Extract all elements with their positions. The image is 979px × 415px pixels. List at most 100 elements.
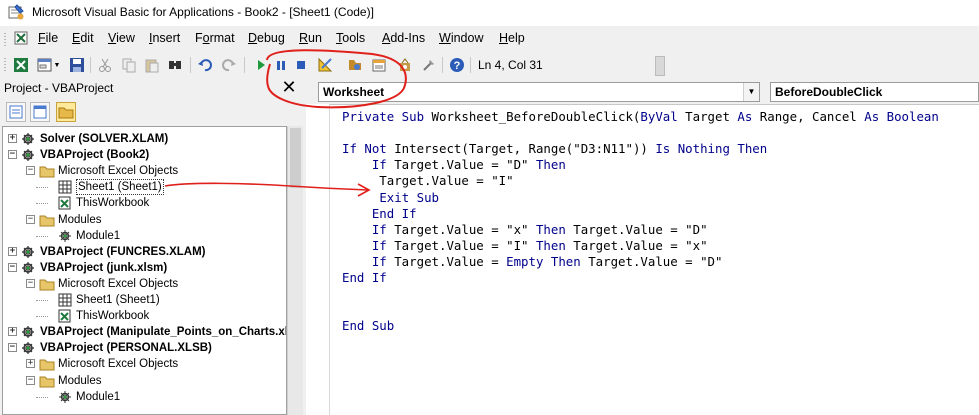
code-margin-indicator-bar[interactable] xyxy=(306,104,330,415)
project-tree[interactable]: + Solver (SOLVER.XLAM) − VBAProject (Book2)… xyxy=(2,126,287,415)
code-line[interactable]: End If xyxy=(342,206,417,222)
project-pane-header: Project - VBAProject ✕ xyxy=(0,78,302,98)
menu-item-tools[interactable]: Tools xyxy=(336,31,365,45)
menu-item-debug[interactable]: Debug xyxy=(248,31,285,45)
insert-dropdown-icon[interactable]: ▼ xyxy=(53,56,61,74)
tree-item-sheet[interactable]: Sheet1 (Sheet1) xyxy=(3,292,286,308)
collapse-icon[interactable]: − xyxy=(26,278,35,288)
project-explorer-icon[interactable] xyxy=(346,56,364,74)
redo-icon[interactable] xyxy=(220,56,238,74)
tree-item-workbook[interactable]: ThisWorkbook xyxy=(3,195,286,211)
code-line[interactable]: If Not Intersect(Target, Range("D3:N11")… xyxy=(342,141,767,157)
excel-doc-icon[interactable] xyxy=(14,31,28,45)
collapse-icon[interactable]: − xyxy=(26,166,35,176)
menu-item-edit[interactable]: Edit xyxy=(72,31,94,45)
vba-app-icon xyxy=(8,4,24,20)
scrollbar-thumb[interactable] xyxy=(290,128,301,188)
find-icon[interactable] xyxy=(166,56,184,74)
code-line[interactable]: End Sub xyxy=(342,318,394,334)
menu-item-view[interactable]: View xyxy=(108,31,135,45)
code-line[interactable]: If Target.Value = "D" Then xyxy=(342,157,566,173)
svg-text:?: ? xyxy=(454,60,461,72)
menu-item-run[interactable]: Run xyxy=(299,31,322,45)
code-line[interactable]: If Target.Value = Empty Then Target.Valu… xyxy=(342,254,723,270)
collapse-icon[interactable]: − xyxy=(26,214,35,224)
tree-item-module[interactable]: Module1 xyxy=(3,228,286,244)
tree-item-label: VBAProject (Manipulate_Points_on_Charts.… xyxy=(40,326,287,339)
tree-item-project[interactable]: − VBAProject (junk.xlsm) xyxy=(3,260,286,276)
tree-item-label: Sheet1 (Sheet1) xyxy=(76,294,160,306)
collapse-icon[interactable]: − xyxy=(26,375,35,385)
tree-item-folder[interactable]: + Microsoft Excel Objects xyxy=(3,356,286,372)
tree-item-folder[interactable]: − Microsoft Excel Objects xyxy=(3,163,286,179)
tree-item-project[interactable]: − VBAProject (PERSONAL.XLSB) xyxy=(3,340,286,356)
tree-item-project[interactable]: + VBAProject (Manipulate_Points_on_Charts… xyxy=(3,324,287,340)
tree-item-project[interactable]: + VBAProject (FUNCRES.XLAM) xyxy=(3,244,286,260)
project-icon xyxy=(21,245,37,259)
tree-item-label: Solver (SOLVER.XLAM) xyxy=(40,133,169,145)
menu-item-file[interactable]: File xyxy=(38,31,58,45)
insert-userform-icon[interactable] xyxy=(36,56,54,74)
menu-item-window[interactable]: Window xyxy=(439,31,483,45)
expand-icon[interactable]: + xyxy=(8,134,17,143)
sheet-icon xyxy=(57,293,73,307)
run-icon[interactable] xyxy=(252,56,270,74)
code-line[interactable]: End If xyxy=(342,270,387,286)
tree-item-folder[interactable]: − Microsoft Excel Objects xyxy=(3,276,286,292)
tree-item-project[interactable]: + Solver (SOLVER.XLAM) xyxy=(3,131,286,147)
folder-icon xyxy=(39,213,55,227)
break-icon[interactable] xyxy=(272,56,290,74)
collapse-icon[interactable]: − xyxy=(8,343,17,353)
chevron-down-icon[interactable]: ▼ xyxy=(743,83,759,101)
copy-icon[interactable] xyxy=(120,56,138,74)
toolbox-icon[interactable] xyxy=(420,56,438,74)
tree-item-workbook[interactable]: ThisWorkbook xyxy=(3,308,286,324)
expand-icon[interactable]: + xyxy=(8,246,17,256)
view-object-icon[interactable] xyxy=(30,102,50,122)
tree-item-sheet[interactable]: Sheet1 (Sheet1) xyxy=(3,179,286,196)
tree-item-folder[interactable]: − Modules xyxy=(3,373,286,389)
reset-icon[interactable] xyxy=(292,56,310,74)
view-excel-icon[interactable] xyxy=(12,56,30,74)
view-code-icon[interactable] xyxy=(6,102,26,122)
menu-item-format[interactable]: Format xyxy=(195,31,235,45)
object-browser-icon[interactable] xyxy=(396,56,414,74)
tree-item-label: Module1 xyxy=(76,229,121,242)
code-line[interactable]: Exit Sub xyxy=(342,190,439,206)
properties-window-icon[interactable] xyxy=(370,56,388,74)
tree-item-label: VBAProject (Book2) xyxy=(40,149,150,162)
toolbar-grip[interactable] xyxy=(4,57,6,73)
menu-grip[interactable] xyxy=(4,32,6,46)
save-icon[interactable] xyxy=(68,56,86,74)
menu-item-insert[interactable]: Insert xyxy=(149,31,180,45)
tree-connector xyxy=(36,300,48,301)
menu-item-help[interactable]: Help xyxy=(499,31,525,45)
collapse-icon[interactable]: − xyxy=(8,262,17,272)
expand-icon[interactable]: + xyxy=(26,359,35,369)
project-tree-scrollbar[interactable] xyxy=(287,126,303,415)
tree-item-project[interactable]: − VBAProject (Book2) xyxy=(3,147,286,163)
toggle-folders-icon[interactable] xyxy=(56,102,76,122)
collapse-icon[interactable]: − xyxy=(8,150,17,160)
object-combo[interactable]: Worksheet ▼ xyxy=(318,82,760,102)
expand-icon[interactable]: + xyxy=(8,327,17,337)
code-line[interactable]: Private Sub Worksheet_BeforeDoubleClick(… xyxy=(342,109,939,125)
help-icon[interactable]: ? xyxy=(448,56,466,74)
procedure-combo[interactable]: BeforeDoubleClick xyxy=(770,82,979,102)
code-line[interactable]: If Target.Value = "x" Then Target.Value … xyxy=(342,222,708,238)
tree-item-folder[interactable]: − Modules xyxy=(3,212,286,228)
design-mode-icon[interactable] xyxy=(316,56,334,74)
paste-icon[interactable] xyxy=(143,56,161,74)
toolbar-overflow-button[interactable] xyxy=(655,56,665,76)
undo-icon[interactable] xyxy=(196,56,214,74)
code-line[interactable]: Target.Value = "I" xyxy=(342,173,513,189)
close-icon[interactable]: ✕ xyxy=(280,78,298,97)
workbook-icon xyxy=(57,196,73,210)
menu-bar: File Edit View Insert Format Debug Run Tools Add… xyxy=(0,26,979,50)
code-line[interactable]: If Target.Value = "I" Then Target.Value … xyxy=(342,238,708,254)
tree-item-module[interactable]: Module1 xyxy=(3,389,286,405)
cut-icon[interactable] xyxy=(96,56,114,74)
toolbar-separator xyxy=(470,57,471,73)
project-icon xyxy=(21,132,37,146)
menu-item-add-ins[interactable]: Add-Ins xyxy=(382,31,425,45)
